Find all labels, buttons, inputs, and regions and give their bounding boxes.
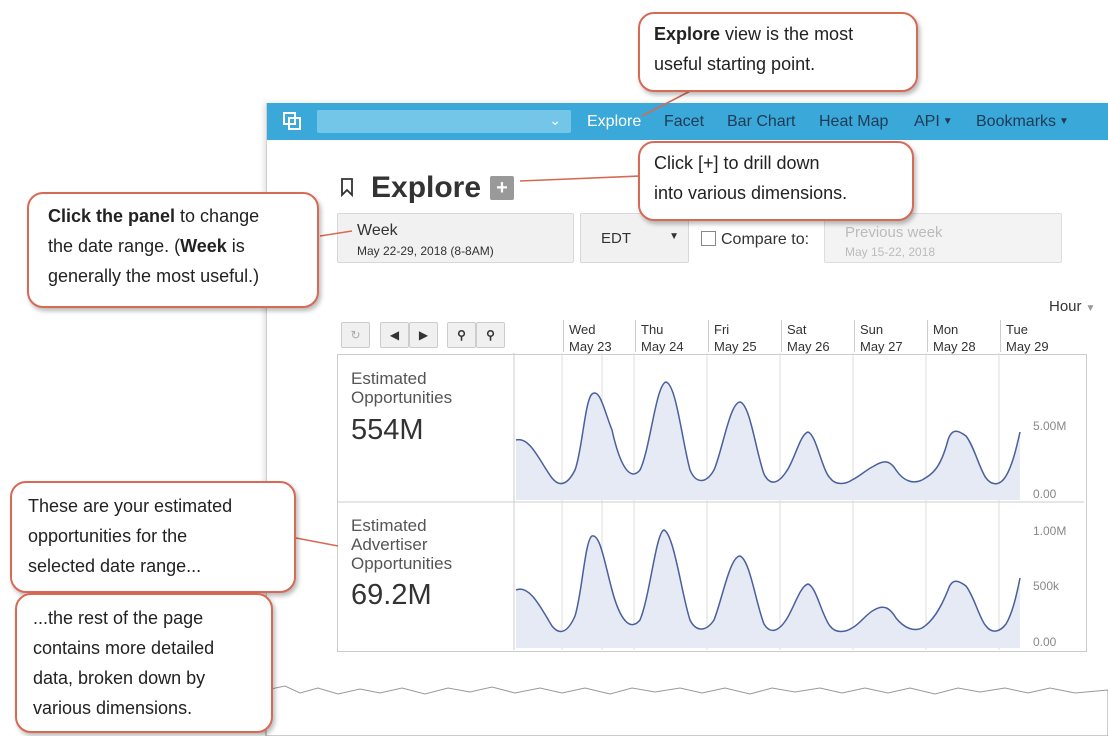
torn-page-edge xyxy=(265,685,1108,736)
callout-date-panel: Click the panel to change the date range… xyxy=(27,192,319,308)
callout-panel-bold: Click the panel xyxy=(48,206,176,226)
callout-rest-line2: contains more detailed xyxy=(33,638,215,658)
callout-estimated-line2: opportunities for the xyxy=(28,526,188,546)
callout-explore-line1: Explore view is the most xyxy=(654,19,902,49)
callout-estimated-line1: These are your estimated xyxy=(28,496,233,516)
callout-panel-line2-c: is xyxy=(226,236,245,256)
callout-panel-line2: the date range. (Week is xyxy=(48,231,303,261)
callout-rest-line3: data, broken down by xyxy=(33,668,206,688)
callout-explore: Explore view is the most useful starting… xyxy=(638,12,918,92)
callout-rest-of-page: ...the rest of the page contains more de… xyxy=(15,593,273,733)
opportunities-sparkline-area xyxy=(516,382,1020,500)
advertiser-opportunities-sparkline-area xyxy=(516,530,1020,648)
callout-panel-line3: generally the most useful.) xyxy=(48,266,260,286)
callout-panel-line2-a: the date range. ( xyxy=(48,236,181,256)
callout-explore-bold: Explore xyxy=(654,24,721,44)
callout-explore-rest: view is the most xyxy=(720,24,854,44)
callout-add-dimension: Click [+] to drill down into various dim… xyxy=(638,141,914,221)
callout-add-line1: Click [+] to drill down xyxy=(654,153,820,173)
callout-panel-line1: Click the panel to change xyxy=(48,201,303,231)
callout-rest-line4: various dimensions. xyxy=(33,698,193,718)
callout-estimated: These are your estimated opportunities f… xyxy=(10,481,296,593)
callout-explore-line2: useful starting point. xyxy=(654,54,816,74)
callout-panel-rest: to change xyxy=(175,206,260,226)
callout-add-line2: into various dimensions. xyxy=(654,183,848,203)
callout-estimated-line3: selected date range... xyxy=(28,556,202,576)
callout-panel-line2-bold: Week xyxy=(180,236,227,256)
callout-rest-line1: ...the rest of the page xyxy=(33,608,204,628)
